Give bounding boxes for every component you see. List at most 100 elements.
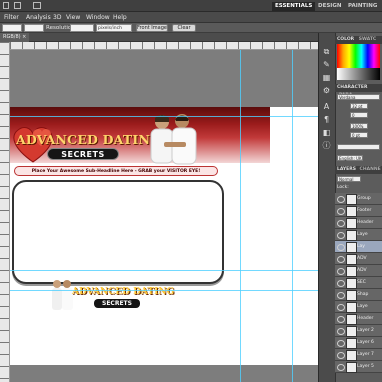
layer-row[interactable]: Laye: [335, 229, 382, 241]
workspace-essentials[interactable]: ESSENTIALS: [272, 2, 316, 11]
visibility-eye-icon[interactable]: [337, 328, 345, 335]
layer-row[interactable]: Laye: [335, 301, 382, 313]
layer-row[interactable]: Layer 6: [335, 337, 382, 349]
visibility-eye-icon[interactable]: [337, 256, 345, 263]
resolution-unit-select[interactable]: pixels/inch: [96, 24, 132, 32]
layer-thumbnail: [346, 302, 357, 313]
menu-filter[interactable]: Filter: [4, 12, 19, 23]
visibility-eye-icon[interactable]: [337, 220, 345, 227]
character-icon[interactable]: A: [321, 102, 332, 112]
guide-vertical[interactable]: [292, 50, 293, 382]
tab-swatches[interactable]: SWATC: [359, 37, 377, 42]
layer-row[interactable]: Header: [335, 313, 382, 325]
layer-row[interactable]: Layer 5: [335, 361, 382, 373]
history-icon[interactable]: ⧉: [321, 47, 332, 57]
guide-horizontal[interactable]: [10, 116, 318, 117]
folder-icon: [346, 194, 357, 205]
text-layer-icon: [346, 278, 357, 289]
baseline-shift-field[interactable]: 0 pt: [350, 132, 368, 138]
workspace-design[interactable]: DESIGN: [315, 2, 344, 11]
brush-presets-icon[interactable]: ▦: [321, 73, 332, 83]
menu-view[interactable]: View: [66, 12, 80, 23]
visibility-eye-icon[interactable]: [337, 244, 345, 251]
tool-presets-icon[interactable]: ◧: [321, 128, 332, 138]
visibility-eye-icon[interactable]: [337, 196, 345, 203]
tab-channels[interactable]: CHANNE: [360, 167, 381, 172]
visibility-eye-icon[interactable]: [337, 232, 345, 239]
vertical-scale-field[interactable]: 100%: [350, 123, 368, 129]
front-image-button[interactable]: Front Image: [136, 24, 168, 32]
couple-photo: [150, 114, 197, 165]
layer-row[interactable]: Layer 7: [335, 349, 382, 361]
banner-title: ADVANCED DATING: [16, 132, 161, 147]
layer-row[interactable]: Footer: [335, 205, 382, 217]
folder-icon: [346, 206, 357, 217]
layer-thumbnail: [346, 338, 357, 349]
folder-icon: [346, 218, 357, 229]
paragraph-icon[interactable]: ¶: [321, 115, 332, 125]
layer-thumbnail: [346, 350, 357, 361]
color-panel-header: COLOR SWATC: [335, 36, 382, 44]
document-tab[interactable]: RGB/8) ×: [0, 33, 30, 42]
visibility-eye-icon[interactable]: [337, 280, 345, 287]
layer-thumbnail: [346, 242, 357, 253]
layer-row[interactable]: ADV: [335, 253, 382, 265]
menu-help[interactable]: Help: [113, 12, 127, 23]
tab-character[interactable]: CHARACTER: [337, 85, 367, 90]
menu-bar: Filter Analysis 3D View Window Help: [0, 12, 382, 23]
workspace-painting[interactable]: PAINTING: [345, 2, 380, 11]
app-bar: ESSENTIALS DESIGN PAINTING: [0, 0, 382, 12]
layer-row[interactable]: Group: [335, 193, 382, 205]
font-family-select[interactable]: Verdana: [337, 94, 380, 100]
layer-thumbnail: [346, 290, 357, 301]
visibility-eye-icon[interactable]: [337, 292, 345, 299]
character-panel-header: CHARACTER PARA: [335, 84, 382, 98]
visibility-eye-icon[interactable]: [337, 352, 345, 359]
menu-analysis[interactable]: Analysis: [26, 12, 51, 23]
guide-vertical[interactable]: [240, 50, 241, 382]
visibility-eye-icon[interactable]: [337, 268, 345, 275]
visibility-eye-icon[interactable]: [337, 208, 345, 215]
menu-window[interactable]: Window: [86, 12, 110, 23]
arrange-documents-icon[interactable]: [14, 2, 21, 9]
view-mode-icon[interactable]: [3, 2, 9, 9]
layer-row[interactable]: SEC: [335, 277, 382, 289]
visibility-eye-icon[interactable]: [337, 304, 345, 311]
document-tab-bar: RGB/8) ×: [0, 33, 318, 42]
guide-horizontal[interactable]: [10, 270, 318, 271]
menu-3d[interactable]: 3D: [53, 12, 61, 23]
tab-layers[interactable]: LAYERS: [337, 167, 356, 172]
footer-title: ADVANCED DATING: [72, 287, 175, 297]
blend-mode-select[interactable]: Normal: [337, 176, 361, 182]
visibility-eye-icon[interactable]: [337, 364, 345, 371]
screen-mode-icon[interactable]: [33, 2, 41, 9]
clear-button[interactable]: Clear: [172, 24, 196, 32]
tab-color[interactable]: COLOR: [337, 37, 354, 42]
font-size-field[interactable]: 32 pt: [350, 103, 368, 109]
brush-icon[interactable]: ✎: [321, 60, 332, 70]
options-bar: Resolution: pixels/inch Front Image Clea…: [0, 23, 382, 33]
folder-icon: [346, 314, 357, 325]
text-layer-icon: [346, 254, 357, 265]
width-field[interactable]: [2, 24, 22, 32]
color-ramp[interactable]: [337, 68, 380, 80]
info-icon[interactable]: ⓘ: [321, 141, 332, 151]
horizontal-ruler[interactable]: [10, 42, 318, 50]
leading-field[interactable]: 0: [350, 112, 368, 118]
banner-subtitle: SECRETS: [47, 148, 119, 160]
language-select[interactable]: English: UK: [337, 155, 363, 161]
height-field[interactable]: [24, 24, 44, 32]
layer-row[interactable]: ADV: [335, 265, 382, 277]
visibility-eye-icon[interactable]: [337, 340, 345, 347]
clone-source-icon[interactable]: ⚙: [321, 86, 332, 96]
guide-horizontal[interactable]: [10, 290, 318, 291]
vertical-ruler[interactable]: [0, 42, 10, 382]
visibility-eye-icon[interactable]: [337, 316, 345, 323]
layer-row[interactable]: Shap: [335, 289, 382, 301]
layer-row-selected[interactable]: Lay: [335, 241, 382, 253]
resolution-field[interactable]: [70, 24, 94, 32]
lock-label: Lock:: [337, 185, 349, 190]
layer-row[interactable]: Layer 2: [335, 325, 382, 337]
layer-row[interactable]: Header: [335, 217, 382, 229]
text-style-buttons[interactable]: [337, 144, 380, 150]
